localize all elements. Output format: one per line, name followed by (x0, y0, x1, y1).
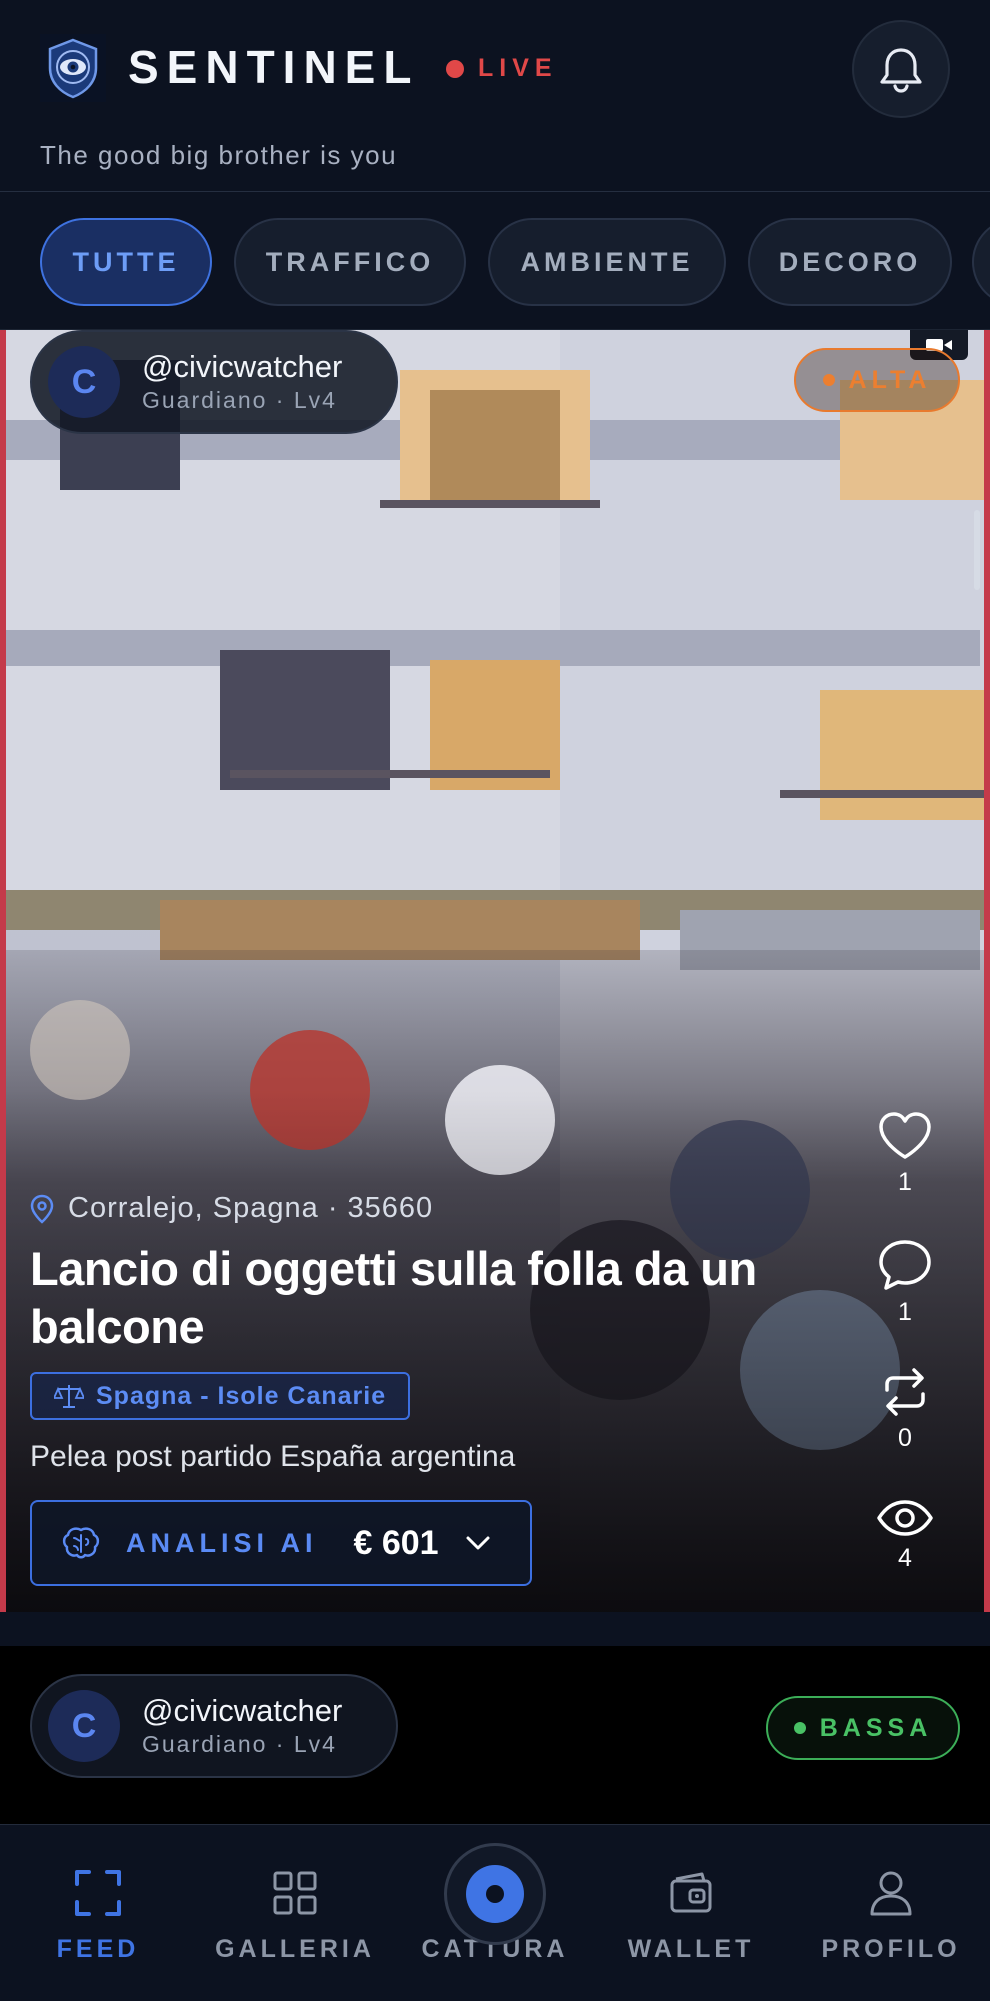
author-handle: @civicwatcher (142, 1693, 343, 1728)
like-action[interactable]: 1 (872, 1110, 938, 1197)
location-pin-icon (30, 1194, 54, 1224)
category-tabs: TUTTE TRAFFICO AMBIENTE DECORO (0, 192, 990, 330)
severity-label: ALTA (848, 365, 932, 394)
bottom-navigation: FEED GALLERIA CATTURA WALLET PROFILO (0, 1824, 990, 2000)
chevron-down-icon (466, 1536, 490, 1550)
severity-dot-icon (822, 374, 835, 386)
repost-action[interactable]: 0 (872, 1366, 938, 1453)
severity-edge-right (984, 330, 990, 1612)
wallet-icon (670, 1872, 712, 1913)
live-dot-icon (446, 59, 464, 78)
nav-wallet[interactable]: WALLET (616, 1825, 766, 2001)
comment-count: 1 (898, 1298, 912, 1326)
tab-ambiente[interactable]: AMBIENTE (488, 218, 726, 306)
report-card[interactable]: C @civicwatcher Guardiano · Lv4 ALTA Cor… (0, 330, 990, 1612)
report-title[interactable]: Lancio di oggetti sulla folla da un balc… (30, 1240, 830, 1356)
sentinel-logo-icon (40, 34, 106, 102)
repost-icon (885, 1368, 925, 1416)
avatar: C (48, 346, 120, 418)
app-tagline: The good big brother is you (40, 140, 398, 170)
nav-label: WALLET (627, 1935, 755, 1963)
bell-icon (880, 48, 922, 93)
comment-action[interactable]: 1 (872, 1238, 938, 1327)
scrollbar[interactable] (974, 510, 980, 590)
severity-badge: ALTA (794, 348, 960, 412)
tab-overflow[interactable] (972, 218, 990, 306)
nav-galleria[interactable]: GALLERIA (210, 1825, 380, 2001)
jurisdiction-tag[interactable]: Spagna - Isole Canarie (30, 1372, 411, 1420)
repost-count: 0 (898, 1424, 912, 1452)
severity-badge: BASSA (766, 1696, 960, 1760)
scales-icon (54, 1385, 84, 1408)
tab-traffico[interactable]: TRAFFICO (234, 218, 466, 306)
brain-icon (62, 1527, 100, 1559)
capture-icon (466, 1865, 524, 1923)
grid-icon (273, 1871, 317, 1915)
capture-button[interactable] (444, 1843, 546, 1945)
ai-analysis-button[interactable]: ANALISI AI € 601 (30, 1500, 532, 1586)
live-label: LIVE (478, 54, 558, 82)
comment-icon (879, 1240, 931, 1290)
jurisdiction-label: Spagna - Isole Canarie (96, 1381, 387, 1410)
notifications-button[interactable] (852, 20, 950, 118)
nav-feed[interactable]: FEED (24, 1825, 172, 2001)
nav-label: PROFILO (821, 1935, 961, 1963)
live-indicator: LIVE (446, 54, 558, 83)
author-chip[interactable]: C @civicwatcher Guardiano · Lv4 (30, 330, 398, 434)
ai-analysis-label: ANALISI AI (126, 1527, 318, 1558)
report-location: Corralejo, Spagna · 35660 (30, 1192, 433, 1225)
avatar: C (48, 1690, 120, 1762)
feed-divider (0, 1612, 990, 1646)
views-stat: 4 (872, 1498, 938, 1573)
author-rank: Guardiano · Lv4 (142, 1731, 337, 1757)
author-handle: @civicwatcher (142, 349, 343, 384)
views-count: 4 (898, 1544, 912, 1572)
app-header: SENTINEL LIVE The good big brother is yo… (0, 0, 990, 192)
report-card[interactable]: C @civicwatcher Guardiano · Lv4 BASSA (0, 1646, 990, 1824)
eye-icon (877, 1500, 933, 1536)
heart-icon (879, 1112, 931, 1159)
user-icon (870, 1871, 912, 1916)
nav-label: GALLERIA (215, 1935, 375, 1963)
nav-profilo[interactable]: PROFILO (812, 1825, 970, 2001)
location-text: Corralejo, Spagna · 35660 (68, 1192, 434, 1224)
severity-dot-icon (793, 1722, 806, 1734)
report-description: Pelea post partido España argentina (30, 1440, 516, 1473)
tab-tutte[interactable]: TUTTE (40, 218, 212, 306)
like-count: 1 (898, 1168, 912, 1196)
tab-decoro[interactable]: DECORO (748, 218, 952, 306)
app-title: SENTINEL (128, 41, 420, 93)
fine-amount: € 601 (353, 1523, 439, 1562)
severity-label: BASSA (819, 1713, 933, 1742)
severity-edge-left (0, 330, 6, 1612)
nav-label: FEED (56, 1935, 140, 1963)
author-rank: Guardiano · Lv4 (142, 387, 337, 413)
author-chip[interactable]: C @civicwatcher Guardiano · Lv4 (30, 1674, 398, 1778)
scan-frame-icon (75, 1870, 121, 1916)
